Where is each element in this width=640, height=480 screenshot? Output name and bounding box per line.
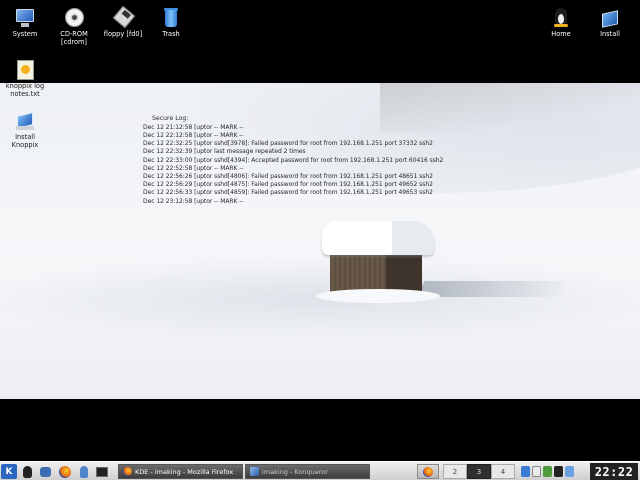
desktop-icon-label: floppy [fd0]: [103, 30, 143, 38]
wallpaper-hut: [316, 221, 440, 303]
desktop-icon-label: System: [12, 30, 38, 38]
taskbar: K KDE - imaking - Mozilla Firefox imakin…: [0, 461, 640, 480]
log-line: Dec 12 23:12:58 [uptor -- MARK --: [143, 197, 244, 205]
konqueror-launcher-icon[interactable]: [37, 464, 54, 479]
system-tray: [521, 464, 574, 479]
network-icon[interactable]: [521, 466, 530, 477]
desktop-icon-home[interactable]: Home: [537, 8, 585, 39]
pager-desktop-4[interactable]: 4: [491, 464, 515, 479]
task-label: KDE - imaking - Mozilla Firefox: [135, 467, 234, 476]
tux-launcher-icon[interactable]: [19, 464, 36, 479]
log-line: Dec 12 22:56:26 [uptor sshd[4806]: Faile…: [143, 172, 433, 180]
desktop-icon-label: Home: [551, 30, 571, 38]
task-konqueror[interactable]: imaking - Konqueror: [245, 464, 370, 479]
user-launcher-icon[interactable]: [75, 464, 92, 479]
log-line: Dec 12 22:33:00 [uptor sshd[4394]: Accep…: [143, 156, 444, 164]
log-line: Dec 12 22:52:58 [uptor -- MARK --: [143, 164, 244, 172]
tux-home-icon: [550, 8, 572, 28]
desktop-icon-label: Install: [600, 30, 620, 38]
log-line: Dec 12 22:32:25 [uptor sshd[3978]: Faile…: [143, 140, 433, 148]
cd-icon: [63, 8, 85, 28]
battery-icon[interactable]: [543, 466, 552, 477]
desktop-icon-install-knoppix[interactable]: Install Knoppix: [1, 111, 49, 149]
firefox-tray-button[interactable]: [417, 464, 439, 479]
k-menu-button[interactable]: K: [1, 464, 17, 479]
task-label: imaking - Konqueror: [262, 467, 328, 476]
desktop-icon-label: CD-ROM [cdrom]: [60, 30, 88, 46]
desktop-icon-floppy[interactable]: floppy [fd0]: [99, 5, 147, 39]
terminal-launcher-icon[interactable]: [93, 464, 110, 479]
log-line: Dec 12 22:56:29 [uptor sshd[4875]: Faile…: [143, 181, 433, 189]
desktop-icon-install[interactable]: Install: [586, 8, 634, 39]
desktop-icon-cdrom[interactable]: CD-ROM [cdrom]: [50, 8, 98, 46]
log-line: Dec 12 22:56:33 [uptor sshd[4859]: Faile…: [143, 189, 433, 197]
clipboard-icon[interactable]: [532, 466, 541, 477]
pager-desktop-3[interactable]: 3: [467, 464, 491, 479]
keyboard-icon[interactable]: [554, 466, 563, 477]
floppy-icon: [112, 5, 136, 29]
desktop-icon-system[interactable]: System: [1, 8, 49, 39]
firefox-icon: [123, 467, 132, 476]
log-line: Dec 12 22:32:39 [uptor last message repe…: [143, 148, 306, 156]
desktop-icon-trash[interactable]: Trash: [147, 8, 195, 39]
pager-desktop-2[interactable]: 2: [443, 464, 467, 479]
desktop-icon-label: Install Knoppix: [11, 133, 39, 149]
installer-icon: [14, 111, 36, 131]
log-title: Secure Log:: [152, 115, 189, 122]
volume-icon[interactable]: [565, 466, 574, 477]
desktop-icon-label: knoppix log notes.txt: [5, 82, 45, 98]
computer-icon: [14, 8, 36, 28]
task-firefox[interactable]: KDE - imaking - Mozilla Firefox: [118, 464, 243, 479]
secure-log-overlay: Secure Log: Dec 12 21:12:58 [uptor -- MA…: [143, 115, 503, 206]
konqueror-icon: [250, 467, 259, 476]
desktop-icon-label: Trash: [162, 30, 180, 38]
log-line: Dec 12 21:12:58 [uptor -- MARK --: [143, 123, 244, 131]
firefox-launcher-icon[interactable]: [56, 464, 73, 479]
log-line: Dec 12 22:12:58 [uptor -- MARK --: [143, 131, 244, 139]
text-file-icon: [14, 60, 36, 80]
clock[interactable]: 22:22: [590, 463, 638, 480]
desktop-icon-notes[interactable]: knoppix log notes.txt: [1, 60, 49, 98]
install-icon: [599, 8, 621, 28]
trash-icon: [160, 8, 182, 28]
